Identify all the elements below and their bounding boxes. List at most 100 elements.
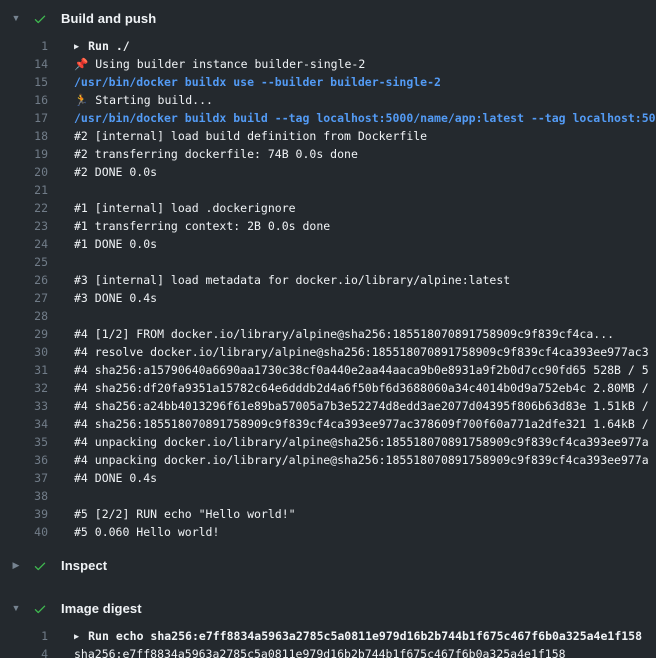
log-text: #4 sha256:a15790640a6690aa1730c38cf0a440… [74,361,656,379]
log-lines-image-digest: 1 ▶ Run echo sha256:e7ff8834a5963a2785c5a0… [0,622,656,658]
log-text: 🏃 Starting build... [74,91,656,109]
line-number[interactable]: 26 [0,271,48,289]
log-line: 20 #2 DONE 0.0s [0,163,656,181]
success-check-icon [32,11,48,27]
log-line: 18 #2 [internal] load build definition fr… [0,127,656,145]
log-line: 29#4 [1/2] FROM docker.io/library/alpine… [0,325,656,343]
line-number[interactable]: 23 [0,217,48,235]
log-line: 1 ▶ Run ./ [0,37,656,55]
log-lines-build-and-push: 1 ▶ Run ./ 14 📌 Using builder instance build… [0,32,656,552]
log-text: #4 sha256:df20fa9351a15782c64e6dddb2d4a6… [74,379,656,397]
line-number[interactable]: 1 [0,37,48,55]
line-number[interactable]: 4 [0,645,48,658]
log-line: 32 #4 sha256:df20fa9351a15782c64e6dddb2d4… [0,379,656,397]
log-text: #4 DONE 0.4s [74,469,656,487]
log-text: #4 sha256:185518070891758909c9f839cf4ca3… [74,415,656,433]
log-line: 36 #4 unpacking docker.io/library/alpine@… [0,451,656,469]
log-line: 15/usr/bin/docker buildx use --builder b… [0,73,656,91]
line-number[interactable]: 35 [0,433,48,451]
section-header-build-and-push[interactable]: ▼ Build and push [0,5,656,32]
log-text [74,253,656,271]
line-number[interactable]: 27 [0,289,48,307]
log-line: 23 #1 transferring context: 2B 0.0s done [0,217,656,235]
log-text: #2 DONE 0.0s [74,163,656,181]
line-number[interactable]: 18 [0,127,48,145]
workflow-log-viewer: ▼Build and push1▶Run ./14📌 Using builder… [0,0,656,658]
log-line: 34 #4 sha256:185518070891758909c9f839cf4c… [0,415,656,433]
section-header-inspect[interactable]: ▶ Inspect [0,552,656,579]
log-text: #3 [internal] load metadata for docker.i… [74,271,656,289]
line-number[interactable]: 36 [0,451,48,469]
success-check-icon [32,558,48,574]
log-command-text: /usr/bin/docker buildx use --builder bui… [74,73,656,91]
section-header-image-digest[interactable]: ▼ Image digest [0,595,656,622]
log-section-image-digest: ▼ Image digest 1 ▶ Run echo sha256:e7ff8834a… [0,595,656,658]
log-line: 30 #4 resolve docker.io/library/alpine@sh… [0,343,656,361]
section-title: Image digest [61,601,142,616]
line-number[interactable]: 40 [0,523,48,541]
log-text: #1 [internal] load .dockerignore [74,199,656,217]
log-line: 31 #4 sha256:a15790640a6690aa1730c38cf0a4… [0,361,656,379]
log-line: 33 #4 sha256:a24bb4013296f61e89ba57005a7b… [0,397,656,415]
play-icon[interactable]: ▶ [74,38,79,55]
log-line: 16 🏃 Starting build... [0,91,656,109]
line-number[interactable]: 17 [0,109,48,127]
chevron-down-icon[interactable]: ▼ [7,604,25,613]
log-text: #1 transferring context: 2B 0.0s done [74,217,656,235]
play-icon[interactable]: ▶ [74,628,79,645]
line-number[interactable]: 30 [0,343,48,361]
log-text: ▶ Run echo sha256:e7ff8834a5963a2785c5a08… [74,627,656,645]
line-number[interactable]: 24 [0,235,48,253]
log-text: #4 unpacking docker.io/library/alpine@sh… [74,433,656,451]
line-number[interactable]: 28 [0,307,48,325]
line-number[interactable]: 33 [0,397,48,415]
log-line: 26 #3 [internal] load metadata for docker… [0,271,656,289]
line-number[interactable]: 32 [0,379,48,397]
log-text: #4 sha256:a24bb4013296f61e89ba57005a7b3e… [74,397,656,415]
line-number[interactable]: 21 [0,181,48,199]
log-line: 40#5 0.060 Hello world! [0,523,656,541]
line-number[interactable]: 20 [0,163,48,181]
line-number[interactable]: 22 [0,199,48,217]
line-number[interactable]: 15 [0,73,48,91]
section-title: Inspect [61,558,107,573]
line-number[interactable]: 14 [0,55,48,73]
chevron-right-icon[interactable]: ▶ [7,561,25,570]
log-text: #2 transferring dockerfile: 74B 0.0s don… [74,145,656,163]
log-line: 27 #3 DONE 0.4s [0,289,656,307]
line-number[interactable]: 16 [0,91,48,109]
log-line: 17/usr/bin/docker buildx build --tag loc… [0,109,656,127]
log-line: 14 📌 Using builder instance builder-singl… [0,55,656,73]
line-number[interactable]: 39 [0,505,48,523]
run-label: Run ./ [88,39,130,53]
log-line: 35 #4 unpacking docker.io/library/alpine@… [0,433,656,451]
log-section-build-and-push: ▼ Build and push 1 ▶ Run ./ 14 📌 Using builder… [0,5,656,552]
section-title: Build and push [61,11,156,26]
log-text: #4 resolve docker.io/library/alpine@sha2… [74,343,656,361]
line-number[interactable]: 29 [0,325,48,343]
line-number[interactable]: 38 [0,487,48,505]
line-number[interactable]: 19 [0,145,48,163]
log-line: 25 [0,253,656,271]
log-text: #2 [internal] load build definition from… [74,127,656,145]
run-label: Run echo sha256:e7ff8834a5963a2785c5a081… [88,629,642,643]
log-text [74,307,656,325]
log-text: ▶ Run ./ [74,37,656,55]
log-text [74,181,656,199]
log-line: 1 ▶ Run echo sha256:e7ff8834a5963a2785c5a0… [0,627,656,645]
line-number[interactable]: 31 [0,361,48,379]
log-line: 21 [0,181,656,199]
log-command-text: /usr/bin/docker buildx build --tag local… [74,109,656,127]
log-line: 22 #1 [internal] load .dockerignore [0,199,656,217]
log-text: #3 DONE 0.4s [74,289,656,307]
log-text: #1 DONE 0.0s [74,235,656,253]
log-text: #4 unpacking docker.io/library/alpine@sh… [74,451,656,469]
chevron-down-icon[interactable]: ▼ [7,14,25,23]
line-number[interactable]: 25 [0,253,48,271]
line-number[interactable]: 1 [0,627,48,645]
success-check-icon [32,601,48,617]
log-line: 39#5 [2/2] RUN echo "Hello world!" [0,505,656,523]
log-text: 📌 Using builder instance builder-single-… [74,55,656,73]
line-number[interactable]: 37 [0,469,48,487]
line-number[interactable]: 34 [0,415,48,433]
